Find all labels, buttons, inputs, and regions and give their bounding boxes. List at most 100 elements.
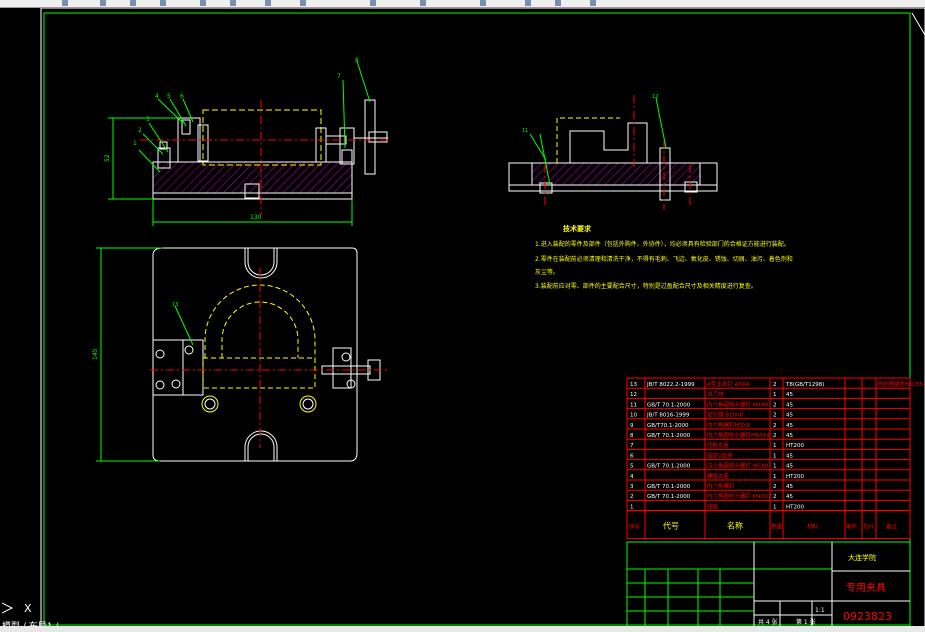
tech-note-4: 3.装配前应对零、部件的主要配合尺寸，特别是过盈配合尺寸及相关精度进行复查。	[535, 282, 757, 290]
bom-cell-mat: 45	[786, 423, 793, 429]
redo-icon[interactable]	[230, 0, 236, 6]
new-icon[interactable]	[62, 0, 68, 6]
side-view: 11 12	[508, 94, 718, 210]
balloon-side-12: 12	[652, 94, 658, 100]
layers-icon[interactable]	[420, 0, 426, 6]
bom-cell-name: 压板支座	[707, 441, 730, 449]
bom-header-qty: 数量	[771, 523, 783, 531]
bom-cell-qty: 1	[773, 464, 777, 470]
bom-cell-no: 6	[630, 453, 634, 459]
front-view: 52 130 1 2 3 4 5 6 7 8	[104, 57, 390, 226]
bom-cell-no: 10	[630, 413, 637, 419]
dim-height-front: 52	[104, 154, 111, 162]
balloon-side-11: 11	[522, 128, 528, 134]
bom-cell-name: 内六角圆柱头螺钉 M4X12	[707, 492, 772, 500]
bom-cell-name: 对刀块	[707, 390, 724, 398]
properties-icon[interactable]	[370, 0, 376, 6]
bom-cell-qty: 2	[773, 433, 777, 439]
bom-cell-no: 8	[630, 433, 634, 439]
print-icon[interactable]	[160, 0, 166, 6]
tech-note-2: 2.零件在装配前必须清理和清洗干净，不得有毛刺、飞边、氧化皮、锈蚀、切屑、油污、…	[535, 255, 793, 263]
block-icon[interactable]	[525, 0, 531, 6]
tech-note-1: 1.进入装配的零件及部件（包括外购件、外协件），均必须具有检验部门的合格证方能进…	[535, 240, 790, 248]
balloon-8: 8	[355, 57, 359, 64]
bom-cell-qty: 1	[773, 453, 777, 459]
sheet-count: 共 4 张	[758, 618, 778, 626]
bom-cell-no: 2	[630, 494, 634, 500]
bom-cell-name: 内六角螺钉	[707, 482, 735, 490]
bom-cell-mat: HT200	[786, 504, 804, 510]
bom-cell-name: 定位键 B10h8	[707, 411, 744, 419]
bom-cell-mat: 45	[786, 433, 793, 439]
bom-cell-mat: 45	[786, 453, 793, 459]
balloon-2: 2	[138, 127, 142, 134]
save-icon[interactable]	[130, 0, 136, 6]
bom-cell-no: 13	[630, 382, 637, 388]
bom-cell-code: GB/T 70.1-2000	[647, 494, 691, 500]
bom-cell-mat: T8(GB/T1298)	[785, 382, 824, 388]
bom-cell-mat: 45	[786, 484, 793, 490]
bom-cell-code: GB/T 70.1-2000	[647, 484, 691, 490]
bom-cell-name: 螺旋支座	[707, 472, 730, 480]
tech-title: 技术要求	[563, 224, 592, 233]
balloon-1: 1	[133, 140, 137, 147]
open-icon[interactable]	[100, 0, 106, 6]
balloon-6: 6	[180, 93, 184, 100]
bom-cell-mat: 45	[786, 402, 793, 408]
bom-cell-mat: 45	[786, 494, 793, 500]
match-icon[interactable]	[480, 0, 486, 6]
bom-cell-name: 内六角圆柱头螺钉 M5X8	[707, 462, 769, 470]
bom-cell-no: 12	[630, 392, 637, 398]
bom-cell-name: 内六角圆柱头螺钉M6X14	[707, 431, 771, 439]
drawing-scale: 1:1	[815, 607, 825, 614]
bom-cell-name: A型支承钉 A6X4	[707, 380, 750, 388]
calc-icon[interactable]	[590, 0, 596, 6]
bom-cell-name: 固定V型块	[707, 451, 733, 459]
dim-height-plan: 145	[92, 348, 99, 360]
bom-cell-qty: 2	[773, 494, 777, 500]
balloon-3: 3	[146, 116, 150, 123]
bom-header-no: 序号	[629, 523, 641, 531]
sheet-number: 第 1 张	[796, 618, 816, 626]
technical-requirements: 技术要求 1.进入装配的零件及部件（包括外购件、外协件），均必须具有检验部门的合…	[535, 224, 793, 290]
bom-header-code: 代号	[663, 521, 679, 531]
bom-cell-qty: 1	[773, 504, 777, 510]
bom-cell-qty: 2	[773, 423, 777, 429]
bom-header-name: 名称	[727, 521, 743, 531]
undo-icon[interactable]	[200, 0, 206, 6]
bom-cell-name: 底座	[707, 502, 719, 510]
bom-cell-qty: 1	[773, 392, 777, 398]
bom-cell-no: 3	[630, 484, 634, 490]
bom-table: 13 JB/T 8022.2-1999 A型支承钉 A6X4 2 T8(GB/T1298…	[626, 377, 925, 540]
drawing-title: 专用夹具	[846, 581, 886, 594]
bom-header-unit_wt: 单件	[846, 523, 858, 531]
bom-cell-code: GB/T70.1-2000	[647, 423, 689, 429]
drawing-svg: 52 130 1 2 3 4 5 6 7 8 11 12 145 13 技术要求…	[40, 8, 925, 628]
bom-cell-qty: 1	[773, 443, 777, 449]
bom-cell-no: 11	[630, 402, 637, 408]
title-block: 大连学院 专用夹具 0923823 1:1 共 4 张 第 1 张	[626, 541, 911, 628]
toolbar	[0, 0, 925, 8]
balloon-7: 7	[337, 73, 341, 80]
bom-header-mat: 材料	[807, 523, 819, 531]
dim-width-front: 130	[250, 214, 262, 221]
bom-cell-name: 内六角螺钉M5X8	[707, 421, 751, 429]
bom-cell-code: GB/T 70.1-2000	[647, 433, 691, 439]
svg-text:X: X	[24, 602, 32, 615]
bom-cell-qty: 2	[773, 382, 777, 388]
bom-cell-no: 7	[630, 443, 634, 449]
zoom-icon[interactable]	[300, 0, 306, 6]
bom-cell-no: 5	[630, 464, 634, 470]
bom-cell-no: 1	[630, 504, 634, 510]
bom-cell-mat: 45	[786, 392, 793, 398]
drawing-canvas[interactable]: 52 130 1 2 3 4 5 6 7 8 11 12 145 13 技术要求…	[0, 8, 925, 628]
drawing-number: 0923823	[843, 610, 892, 623]
bom-cell-code: GB/T 70.1-2000	[647, 402, 691, 408]
bom-header-total_wt: 总计	[863, 523, 875, 531]
status-bar	[0, 626, 925, 632]
balloon-5: 5	[167, 93, 171, 100]
bom-cell-mat: 45	[786, 413, 793, 419]
table-icon[interactable]	[555, 0, 561, 6]
school-name: 大连学院	[848, 553, 876, 562]
pan-icon[interactable]	[265, 0, 271, 6]
